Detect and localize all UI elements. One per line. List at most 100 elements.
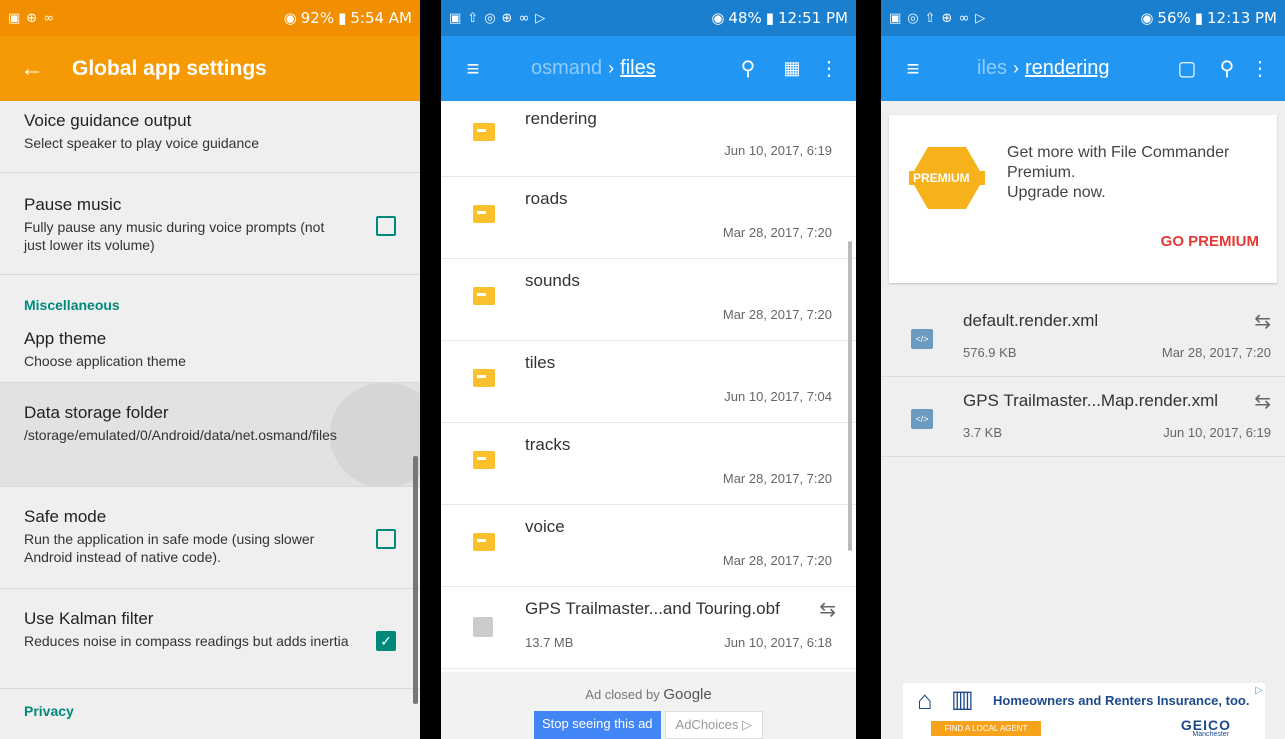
file-size: 576.9 KB: [963, 345, 1017, 360]
file-name: default.render.xml: [963, 311, 1099, 330]
clock: 5:54 AM: [350, 9, 412, 27]
upload-icon: ⇧: [467, 10, 479, 26]
menu-icon[interactable]: ≡: [893, 56, 933, 82]
file-size: 13.7 MB: [525, 635, 574, 650]
folder-date: Mar 28, 2017, 7:20: [722, 471, 832, 486]
adchoices-icon: ▷: [742, 717, 753, 732]
folder-date: Jun 10, 2017, 7:04: [724, 389, 832, 404]
wifi-icon: ◉: [1140, 9, 1154, 27]
swap-icon[interactable]: ⇆: [1254, 309, 1271, 334]
scrollbar[interactable]: [848, 241, 852, 551]
folder-icon: [473, 287, 495, 305]
upgrade-text: Upgrade now.: [1007, 184, 1106, 201]
find-agent-button[interactable]: FIND A LOCAL AGENT: [931, 721, 1041, 736]
folder-date: Jun 10, 2017, 6:19: [724, 143, 832, 158]
search-icon[interactable]: ⚲: [1207, 56, 1247, 81]
ad-banner[interactable]: ⌂ ▥ Homeowners and Renters Insurance, to…: [903, 683, 1265, 739]
notification-icon: ⊕: [26, 10, 38, 26]
upload-icon: ⇧: [924, 10, 936, 26]
app-bar: ≡ iles › rendering ▢ ⚲ ⋮: [881, 36, 1285, 101]
rendering-folder-screen: ▣ ◎ ⇧ ⊕ ∞ ▷ ◉ 56% ▮ 12:13 PM ≡ iles › rendering ▢ …: [881, 0, 1285, 739]
battery-level: 92%: [300, 9, 335, 27]
google-logo: Google: [663, 686, 712, 703]
voicemail-icon: ∞: [518, 10, 530, 26]
wifi-icon: ◉: [283, 9, 297, 27]
grid-view-icon[interactable]: ▦: [770, 58, 814, 79]
file-date: Mar 28, 2017, 7:20: [1161, 345, 1271, 360]
folder-name: tiles: [525, 353, 556, 372]
back-arrow-icon[interactable]: ←: [20, 55, 44, 83]
pref-pause-music[interactable]: Pause music Fully pause any music during…: [0, 173, 420, 275]
play-icon: ▷: [535, 10, 546, 26]
ad-closed-banner: Ad closed by Google Stop seeing this ad …: [441, 672, 856, 739]
pref-title: Data storage folder: [24, 403, 169, 422]
more-options-icon[interactable]: ⋮: [814, 56, 844, 81]
breadcrumb-current[interactable]: rendering: [1025, 57, 1110, 79]
pref-title: Pause music: [24, 195, 122, 214]
pref-title: App theme: [24, 329, 107, 348]
pref-kalman-filter[interactable]: Use Kalman filter Reduces noise in compa…: [0, 589, 420, 689]
folder-row[interactable]: sounds Mar 28, 2017, 7:20: [441, 259, 856, 341]
folder-row[interactable]: tiles Jun 10, 2017, 7:04: [441, 341, 856, 423]
folder-icon: [473, 123, 495, 141]
search-icon[interactable]: ⚲: [726, 56, 770, 81]
status-bar: ▣ ◎ ⇧ ⊕ ∞ ▷ ◉ 56% ▮ 12:13 PM: [881, 0, 1285, 36]
page-title: Global app settings: [72, 56, 267, 80]
file-date: Jun 10, 2017, 6:18: [724, 635, 832, 650]
folder-row[interactable]: tracks Mar 28, 2017, 7:20: [441, 423, 856, 505]
pref-safe-mode[interactable]: Safe mode Run the application in safe mo…: [0, 487, 420, 589]
folder-date: Mar 28, 2017, 7:20: [722, 307, 832, 322]
menu-icon[interactable]: ≡: [453, 56, 493, 82]
breadcrumb-parent[interactable]: osmand: [531, 57, 602, 79]
folder-row[interactable]: roads Mar 28, 2017, 7:20: [441, 177, 856, 259]
breadcrumb-parent[interactable]: iles: [977, 57, 1007, 79]
pref-summary: Reduces noise in compass readings but ad…: [24, 633, 349, 649]
folder-row[interactable]: voice Mar 28, 2017, 7:20: [441, 505, 856, 587]
battery-level: 56%: [1157, 9, 1191, 27]
pause-music-checkbox[interactable]: [376, 216, 396, 236]
more-options-icon[interactable]: ⋮: [1247, 56, 1273, 81]
pref-data-storage[interactable]: Data storage folder /storage/emulated/0/…: [0, 383, 420, 487]
file-row[interactable]: GPS Trailmaster...and Touring.obf 13.7 M…: [441, 587, 856, 669]
folder-date: Mar 28, 2017, 7:20: [722, 553, 832, 568]
swap-icon[interactable]: ⇆: [819, 597, 836, 622]
file-row[interactable]: </> GPS Trailmaster...Map.render.xml 3.7…: [881, 377, 1285, 457]
pref-summary: Fully pause any music during voice promp…: [24, 219, 325, 253]
swap-icon[interactable]: ⇆: [1254, 389, 1271, 414]
pref-app-theme[interactable]: App theme Choose application theme: [0, 321, 420, 383]
voicemail-icon: ∞: [43, 10, 55, 26]
folder-name: rendering: [525, 109, 597, 128]
section-header-privacy: Privacy: [24, 703, 74, 719]
status-bar: ▣ ⊕ ∞ ◉ 92% ▮ 5:54 AM: [0, 0, 420, 36]
pref-title: Voice guidance output: [24, 111, 192, 130]
clipboard-icon[interactable]: ▢: [1167, 56, 1207, 81]
chevron-right-icon: ›: [608, 58, 615, 78]
stop-seeing-ad-button[interactable]: Stop seeing this ad: [533, 711, 661, 739]
premium-card: PREMIUM Get more with File Commander Pre…: [889, 115, 1277, 283]
battery-icon: ▮: [765, 9, 775, 27]
folder-icon: [473, 533, 495, 551]
file-row[interactable]: </> default.render.xml 576.9 KB Mar 28, …: [881, 297, 1285, 377]
section-header-misc: Miscellaneous: [24, 297, 120, 313]
app-bar: ≡ osmand › files ⚲ ▦ ⋮: [441, 36, 856, 101]
folder-name: roads: [525, 189, 568, 208]
battery-icon: ▮: [338, 9, 347, 27]
wifi-icon: ◉: [711, 9, 725, 27]
file-name: GPS Trailmaster...and Touring.obf: [525, 599, 780, 618]
adchoices-button[interactable]: AdChoices ▷: [664, 711, 764, 739]
pref-summary: Choose application theme: [24, 353, 186, 369]
adchoices-icon[interactable]: ▷: [1255, 685, 1263, 696]
folder-row[interactable]: rendering Jun 10, 2017, 6:19: [441, 101, 856, 177]
scrollbar[interactable]: [413, 456, 418, 704]
kalman-filter-checkbox[interactable]: ✓: [376, 631, 396, 651]
go-premium-button[interactable]: GO PREMIUM: [1161, 233, 1259, 250]
safe-mode-checkbox[interactable]: [376, 529, 396, 549]
folder-date: Mar 28, 2017, 7:20: [722, 225, 832, 240]
file-icon: [473, 617, 493, 637]
ad-closed-label: Ad closed by Google: [441, 686, 856, 703]
folder-name: tracks: [525, 435, 571, 454]
pref-voice-guidance[interactable]: Voice guidance output Select speaker to …: [0, 101, 420, 173]
voicemail-icon: ∞: [958, 10, 970, 26]
breadcrumb: iles › rendering: [977, 57, 1167, 80]
breadcrumb-current[interactable]: files: [620, 57, 656, 79]
